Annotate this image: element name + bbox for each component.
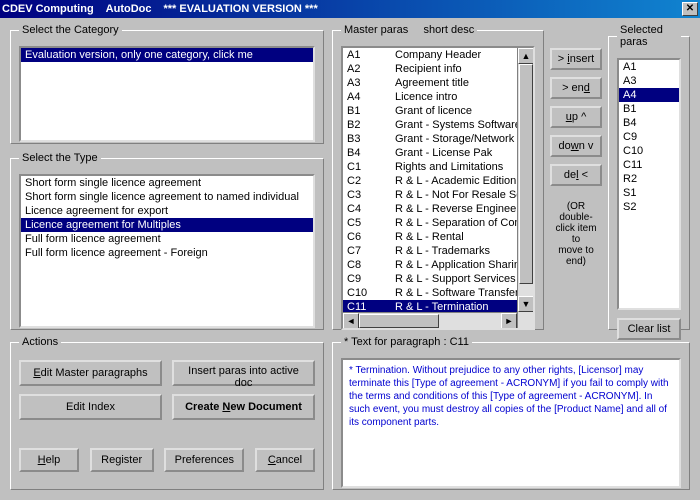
insert-paras-button[interactable]: Insert paras into active doc (172, 360, 315, 386)
preview-text: * Termination. Without prejudice to any … (343, 360, 679, 433)
master-item[interactable]: C2R & L - Academic Edition S (343, 174, 517, 188)
type-item[interactable]: Full form licence agreement - Foreign (21, 246, 313, 260)
group-type-label: Select the Type (19, 152, 101, 164)
group-category-label: Select the Category (19, 24, 122, 36)
selected-item[interactable]: B1 (619, 102, 679, 116)
selected-item[interactable]: C11 (619, 158, 679, 172)
end-button[interactable]: > end (550, 77, 602, 99)
category-item[interactable]: Evaluation version, only one category, c… (21, 48, 313, 62)
master-item[interactable]: C9R & L - Support Services (343, 272, 517, 286)
group-master: Master paras short desc A1Company Header… (332, 24, 544, 330)
selected-item[interactable]: C9 (619, 130, 679, 144)
master-item[interactable]: A4Licence intro (343, 90, 517, 104)
group-category: Select the Category Evaluation version, … (10, 24, 324, 144)
scroll-down-icon[interactable]: ▼ (518, 296, 534, 312)
selected-item[interactable]: A3 (619, 74, 679, 88)
scroll-thumb-h[interactable] (359, 314, 439, 328)
selected-item[interactable]: R2 (619, 172, 679, 186)
type-item[interactable]: Licence agreement for export (21, 204, 313, 218)
preferences-button[interactable]: Preferences (164, 448, 244, 472)
note-line3: move to end) (550, 245, 602, 267)
insert-button[interactable]: > insert (550, 48, 602, 70)
scroll-right-icon[interactable]: ► (501, 313, 517, 329)
type-list[interactable]: Short form single licence agreementShort… (19, 174, 315, 328)
master-item[interactable]: A1Company Header (343, 48, 517, 62)
group-actions-label: Actions (19, 336, 61, 348)
side-buttons: > insert > end up ^ down v del < (OR dou… (550, 48, 602, 267)
type-item[interactable]: Licence agreement for Multiples (21, 218, 313, 232)
create-new-button[interactable]: Create New Document (172, 394, 315, 420)
type-item[interactable]: Short form single licence agreement (21, 176, 313, 190)
selected-item[interactable]: B4 (619, 116, 679, 130)
preview-box: * Termination. Without prejudice to any … (341, 358, 681, 488)
up-button[interactable]: up ^ (550, 106, 602, 128)
group-type: Select the Type Short form single licenc… (10, 152, 324, 330)
type-item[interactable]: Short form single licence agreement to n… (21, 190, 313, 204)
down-button[interactable]: down v (550, 135, 602, 157)
master-item[interactable]: C4R & L - Reverse Engineeri (343, 202, 517, 216)
selected-item[interactable]: A4 (619, 88, 679, 102)
group-selected-label: Selected paras (617, 24, 681, 48)
group-selected: Selected paras A1A3A4B1B4C9C10C11R2S1S2 … (608, 24, 690, 330)
master-item[interactable]: A3Agreement title (343, 76, 517, 90)
selected-item[interactable]: C10 (619, 144, 679, 158)
register-button[interactable]: Register (90, 448, 154, 472)
selected-item[interactable]: S2 (619, 200, 679, 214)
master-item[interactable]: C8R & L - Application Sharin (343, 258, 517, 272)
master-item[interactable]: C7R & L - Trademarks (343, 244, 517, 258)
titlebar: CDEV Computing AutoDoc *** EVALUATION VE… (0, 0, 700, 18)
scrollbar-h[interactable]: ◄ ► (343, 312, 517, 328)
edit-master-button[interactable]: Edit Master paragraphs (19, 360, 162, 386)
master-item[interactable]: C6R & L - Rental (343, 230, 517, 244)
help-button[interactable]: Help (19, 448, 79, 472)
selected-list[interactable]: A1A3A4B1B4C9C10C11R2S1S2 (617, 58, 681, 310)
selected-item[interactable]: S1 (619, 186, 679, 200)
group-text-label: * Text for paragraph : C11 (341, 336, 472, 348)
master-item[interactable]: C1Rights and Limitations (343, 160, 517, 174)
master-item[interactable]: C5R & L - Separation of Com (343, 216, 517, 230)
note-line2: click item to (550, 223, 602, 245)
group-text: * Text for paragraph : C11 * Termination… (332, 336, 690, 490)
group-master-label: Master paras short desc (341, 24, 477, 36)
edit-index-button[interactable]: Edit Index (19, 394, 162, 420)
type-item[interactable]: Full form licence agreement (21, 232, 313, 246)
cancel-button[interactable]: Cancel (255, 448, 315, 472)
title-eval: *** EVALUATION VERSION *** (164, 3, 318, 15)
selected-item[interactable]: A1 (619, 60, 679, 74)
window-body: Select the Category Evaluation version, … (0, 18, 700, 500)
master-list[interactable]: A1Company HeaderA2Recipient infoA3Agreem… (341, 46, 535, 330)
category-list[interactable]: Evaluation version, only one category, c… (19, 46, 315, 142)
scroll-thumb-v[interactable] (519, 64, 533, 284)
del-button[interactable]: del < (550, 164, 602, 186)
title-app: CDEV Computing (2, 3, 94, 15)
master-item[interactable]: C3R & L - Not For Resale So (343, 188, 517, 202)
master-item[interactable]: B2Grant - Systems Software (343, 118, 517, 132)
close-icon[interactable]: ✕ (682, 2, 698, 16)
scrollbar-v[interactable]: ▲ ▼ (517, 48, 533, 328)
master-item[interactable]: B1Grant of licence (343, 104, 517, 118)
group-actions: Actions Edit Master paragraphs Insert pa… (10, 336, 324, 490)
master-item[interactable]: C11R & L - Termination (343, 300, 517, 312)
note-line1: (OR double- (550, 201, 602, 223)
master-item[interactable]: A2Recipient info (343, 62, 517, 76)
scroll-up-icon[interactable]: ▲ (518, 48, 534, 64)
master-item[interactable]: B3Grant - Storage/Network (343, 132, 517, 146)
scroll-left-icon[interactable]: ◄ (343, 313, 359, 329)
master-item[interactable]: B4Grant - License Pak (343, 146, 517, 160)
master-item[interactable]: C10R & L - Software Transfer (343, 286, 517, 300)
title-product: AutoDoc (106, 3, 152, 15)
